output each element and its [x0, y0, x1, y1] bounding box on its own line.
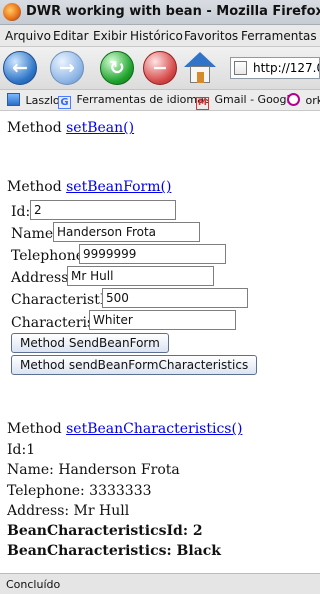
bookmark-gmail[interactable]: M Gmail - Google	[196, 93, 296, 110]
set-bean-link[interactable]: setBean()	[66, 120, 134, 136]
google-icon: G	[58, 96, 71, 109]
window-title: DWR working with bean - Mozilla Firefox	[26, 4, 320, 19]
set-bean-form-line: Method setBeanForm()	[7, 179, 171, 195]
firefox-icon	[3, 3, 21, 21]
result-id: Id:1	[7, 442, 36, 458]
send-bean-form-button[interactable]: Method SendBeanForm	[11, 333, 169, 353]
status-text: Concluído	[6, 578, 61, 591]
method-prefix: Method	[7, 421, 62, 437]
reload-icon: ↻	[109, 57, 125, 79]
reload-button[interactable]: ↻	[100, 51, 134, 85]
set-bean-characteristics-link[interactable]: setBeanCharacteristics()	[66, 421, 242, 437]
bookmark-laszlo[interactable]: Laszlo	[7, 93, 60, 107]
result-name: Name: Handerson Frota	[7, 462, 180, 478]
gmail-icon: M	[196, 97, 209, 110]
page-content: Method setBean() Method setBeanForm() Id…	[0, 111, 320, 573]
bookmarks-toolbar: Laszlo G Ferramentas de idiomas M Gmail …	[0, 90, 320, 111]
result-telephone: Telephone: 3333333	[7, 483, 152, 499]
characterist-input[interactable]	[89, 310, 236, 330]
back-button[interactable]: ←	[3, 51, 37, 85]
method-prefix: Method	[7, 179, 62, 195]
bookmark-orkut[interactable]: orku	[287, 93, 320, 107]
address-bar[interactable]: http://127.0.0	[230, 57, 320, 79]
menu-favoritos[interactable]: Favoritos	[184, 29, 238, 43]
method-prefix: Method	[7, 120, 62, 136]
set-bean-characteristics-line: Method setBeanCharacteristics()	[7, 421, 242, 437]
menu-historico[interactable]: Histórico	[130, 29, 183, 43]
bookmark-gmail-label: Gmail - Google	[214, 93, 297, 106]
home-button[interactable]	[184, 52, 217, 85]
forward-arrow-icon: →	[59, 57, 75, 79]
home-door-icon	[197, 72, 204, 83]
laszlo-icon	[7, 93, 20, 106]
bookmark-orkut-label: orku	[305, 94, 320, 107]
address-input[interactable]: http://127.0.0	[253, 61, 319, 75]
stop-button[interactable]: −	[143, 51, 177, 85]
result-characteristics: BeanCharacteristics: Black	[7, 543, 221, 559]
window-titlebar: DWR working with bean - Mozilla Firefox	[0, 0, 320, 25]
menu-editar[interactable]: Editar	[53, 29, 89, 43]
menu-exibir[interactable]: Exibir	[93, 29, 127, 43]
menu-ferramentas[interactable]: Ferramentas	[241, 29, 317, 43]
forward-button[interactable]: →	[50, 51, 84, 85]
result-characteristics-id: BeanCharacteristicsId: 2	[7, 523, 203, 539]
status-bar: Concluído	[0, 573, 320, 594]
back-arrow-icon: ←	[12, 57, 28, 79]
stop-icon: −	[152, 57, 168, 79]
page-icon	[234, 61, 247, 75]
result-address: Address: Mr Hull	[7, 503, 130, 519]
id-input[interactable]	[30, 200, 176, 220]
bookmark-ferramentas-idiomas[interactable]: G Ferramentas de idiomas	[58, 93, 210, 109]
orkut-icon	[287, 93, 300, 106]
set-bean-form-link[interactable]: setBeanForm()	[66, 179, 171, 195]
name-input[interactable]	[53, 222, 200, 242]
set-bean-line: Method setBean()	[7, 120, 134, 136]
name-label: Name:	[11, 226, 58, 242]
bookmark-laszlo-label: Laszlo	[25, 94, 60, 107]
telephone-input[interactable]	[79, 244, 226, 264]
id-label: Id:	[11, 204, 31, 220]
navigation-toolbar: ← → ↻ − http://127.0.0	[0, 47, 320, 90]
home-roof-icon	[184, 52, 216, 67]
menu-arquivo[interactable]: Arquivo	[5, 29, 51, 43]
bookmark-ferramentas-label: Ferramentas de idiomas	[76, 93, 210, 106]
address-label: Address:	[11, 270, 74, 286]
address-input-field[interactable]	[67, 266, 214, 286]
characterist-id-input[interactable]	[102, 288, 248, 308]
menu-bar: Arquivo Editar Exibir Histórico Favorito…	[0, 25, 320, 47]
telephone-label: Telephone:	[11, 248, 89, 264]
send-bean-form-characteristics-button[interactable]: Method sendBeanFormCharacteristics	[11, 355, 258, 375]
